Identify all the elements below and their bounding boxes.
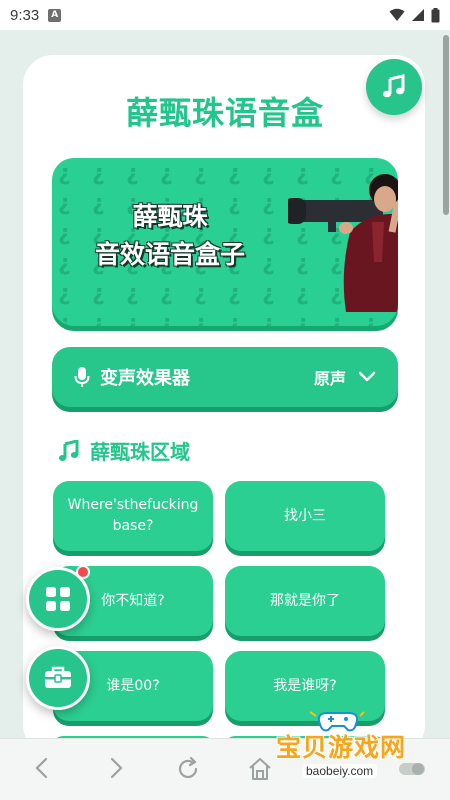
woman-with-bazooka-image: [288, 174, 398, 312]
music-note-icon: [58, 439, 79, 461]
voice-changer-value: 原声: [313, 369, 346, 388]
banner[interactable]: ¿ 薛甄珠 音效语音盒子: [52, 158, 398, 326]
chevron-down-icon: [358, 371, 376, 382]
status-time: 9:33: [10, 6, 40, 24]
wifi-icon: [389, 8, 405, 21]
toolbox-icon: [45, 666, 71, 688]
sound-button-label: 那就是你了: [270, 592, 340, 609]
forward-icon[interactable]: [106, 757, 126, 779]
sound-button[interactable]: 找小三: [225, 481, 385, 551]
watermark: 宝贝游戏网 baobeiy.com: [268, 706, 428, 784]
banner-line1: 薛甄珠: [132, 202, 208, 231]
banner-line2: 音效语音盒子: [94, 240, 245, 269]
music-button[interactable]: [366, 59, 422, 115]
sound-button-label: 找小三: [284, 507, 326, 524]
watermark-title: 宝贝游戏网: [276, 733, 407, 762]
sound-button[interactable]: Where'sthefucking base?: [53, 481, 213, 551]
notification-icon: A: [48, 8, 62, 22]
notification-dot: [76, 565, 90, 579]
sound-button-label: 我是谁呀?: [273, 677, 337, 694]
signal-icon: [412, 9, 424, 21]
voice-changer-label: 变声效果器: [100, 368, 190, 389]
battery-icon: [431, 7, 440, 22]
microphone-icon: [74, 367, 90, 387]
status-icons: [389, 7, 440, 23]
music-note-icon: [383, 74, 405, 98]
grid-icon: [46, 587, 70, 611]
sound-button-label: Where'sthefucking base?: [67, 497, 199, 534]
status-bar: 9:33 A: [0, 0, 450, 30]
section-header: 薛甄珠区域: [58, 436, 190, 465]
toolbox-button[interactable]: [26, 646, 90, 710]
sound-button-label: 谁是00?: [106, 677, 160, 694]
sound-button[interactable]: 那就是你了: [225, 566, 385, 636]
refresh-icon[interactable]: [176, 757, 200, 781]
banner-text: 薛甄珠 音效语音盒子: [70, 198, 270, 274]
voice-changer-selector[interactable]: 变声效果器 原声: [52, 347, 398, 407]
sound-button-label: 你不知道?: [101, 592, 165, 609]
section-title: 薛甄珠区域: [90, 440, 190, 464]
back-icon[interactable]: [32, 757, 52, 779]
watermark-url: baobeiy.com: [302, 764, 378, 778]
